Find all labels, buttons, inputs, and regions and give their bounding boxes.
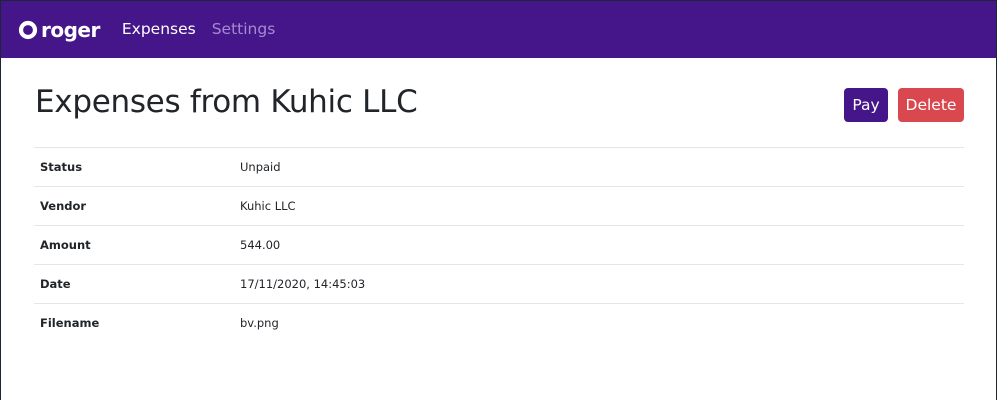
page-header: Expenses from Kuhic LLC Pay Delete xyxy=(34,58,964,147)
detail-key: Date xyxy=(34,264,234,304)
detail-row-filename: Filename bv.png xyxy=(34,303,964,342)
expense-details-table: Status Unpaid Vendor Kuhic LLC Amount 54… xyxy=(34,147,964,342)
brand-logo-link[interactable]: roger xyxy=(18,20,100,40)
pay-button[interactable]: Pay xyxy=(844,88,888,122)
detail-value: Unpaid xyxy=(234,147,964,187)
app-window: roger Expenses Settings Expenses from Ku… xyxy=(1,1,996,400)
nav-link-settings[interactable]: Settings xyxy=(212,21,276,38)
delete-button[interactable]: Delete xyxy=(898,88,964,122)
nav-link-expenses[interactable]: Expenses xyxy=(122,21,196,38)
detail-key: Vendor xyxy=(34,186,234,226)
detail-row-amount: Amount 544.00 xyxy=(34,225,964,265)
detail-value: bv.png xyxy=(234,303,964,342)
brand-name: roger xyxy=(41,17,100,42)
page-title: Expenses from Kuhic LLC xyxy=(35,84,418,120)
ring-logo-icon xyxy=(18,20,38,39)
detail-key: Amount xyxy=(34,225,234,265)
action-buttons: Pay Delete xyxy=(844,88,964,122)
detail-value: Kuhic LLC xyxy=(234,186,964,226)
detail-row-vendor: Vendor Kuhic LLC xyxy=(34,186,964,226)
detail-row-date: Date 17/11/2020, 14:45:03 xyxy=(34,264,964,304)
detail-key: Filename xyxy=(34,303,234,342)
detail-value: 17/11/2020, 14:45:03 xyxy=(234,264,964,304)
detail-key: Status xyxy=(34,147,234,187)
detail-value: 544.00 xyxy=(234,225,964,265)
main-content: Expenses from Kuhic LLC Pay Delete Statu… xyxy=(34,58,964,342)
detail-row-status: Status Unpaid xyxy=(34,147,964,187)
navbar: roger Expenses Settings xyxy=(1,1,996,58)
